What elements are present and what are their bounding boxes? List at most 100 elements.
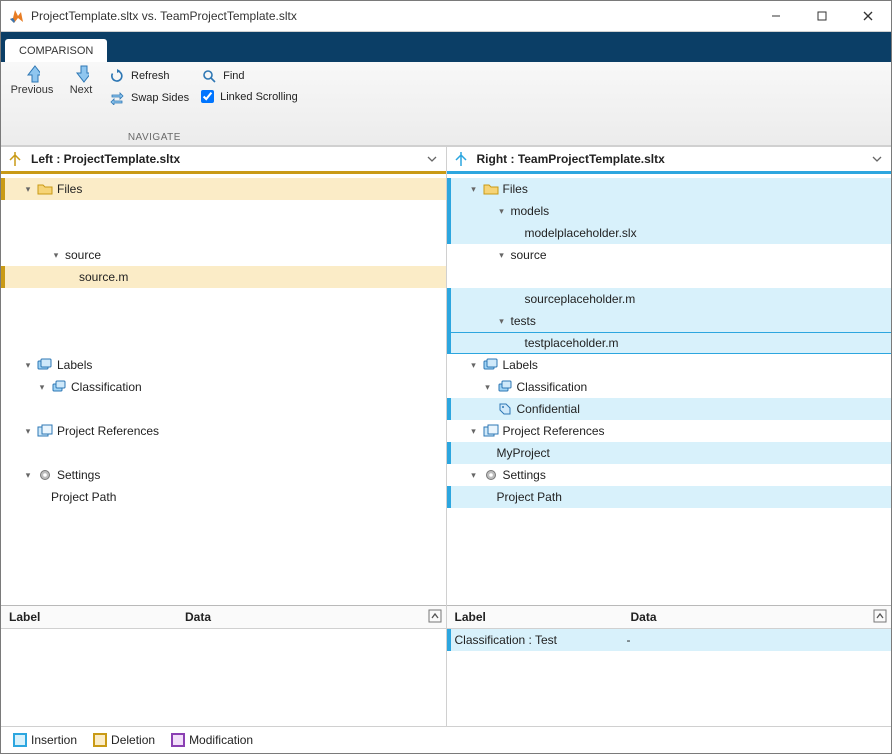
tree-row[interactable]: source.m (1, 266, 446, 288)
ribbon-bar: COMPARISON (1, 32, 891, 62)
compare-icon (453, 151, 469, 167)
chevron-down-icon[interactable] (469, 360, 479, 370)
chevron-down-icon[interactable] (469, 426, 479, 436)
chevron-down-icon[interactable] (497, 206, 507, 216)
linked-scrolling-toggle[interactable]: Linked Scrolling (197, 88, 302, 105)
titlebar: ProjectTemplate.sltx vs. TeamProjectTemp… (1, 1, 891, 32)
refresh-button[interactable]: Refresh (105, 66, 174, 86)
left-tree[interactable]: Files source source.m Labels Classification P… (1, 174, 446, 605)
labels-icon (497, 379, 513, 395)
minimize-button[interactable] (753, 1, 799, 31)
tree-row[interactable]: source (447, 244, 892, 266)
tree-row[interactable]: Confidential (447, 398, 892, 420)
col-label: Label (447, 610, 623, 624)
gear-icon (483, 467, 499, 483)
close-button[interactable] (845, 1, 891, 31)
folder-icon (483, 181, 499, 197)
next-button[interactable]: Next (61, 64, 101, 96)
chevron-down-icon[interactable] (469, 184, 479, 194)
tree-row[interactable] (1, 222, 446, 244)
tree-row-label: Settings (503, 468, 546, 482)
legend: Insertion Deletion Modification (1, 726, 891, 753)
tree-row[interactable]: Project Path (1, 486, 446, 508)
tree-row-label: tests (511, 314, 536, 328)
right-details-body: Classification : Test- (447, 629, 892, 726)
legend-deletion: Deletion (93, 733, 155, 748)
tag-icon (497, 401, 513, 417)
split-area: Left : ProjectTemplate.sltx Files source s… (1, 146, 891, 726)
swap-sides-button[interactable]: Swap Sides (105, 88, 193, 108)
chevron-down-icon[interactable] (51, 250, 61, 260)
chevron-down-icon[interactable] (469, 470, 479, 480)
tree-row-label: source.m (79, 270, 128, 284)
tree-row[interactable] (1, 442, 446, 464)
chevron-down-icon[interactable] (23, 426, 33, 436)
maximize-button[interactable] (799, 1, 845, 31)
toolstrip: Previous Next Refresh Swap Sides (1, 62, 891, 146)
chevron-down-icon[interactable] (869, 151, 885, 167)
tree-row[interactable] (1, 398, 446, 420)
tree-row[interactable]: Labels (447, 354, 892, 376)
chevron-down-icon[interactable] (497, 250, 507, 260)
tree-row[interactable]: Labels (1, 354, 446, 376)
left-pane-title: Left : ProjectTemplate.sltx (31, 152, 180, 166)
chevron-down-icon[interactable] (23, 360, 33, 370)
tree-row[interactable] (1, 310, 446, 332)
tab-comparison[interactable]: COMPARISON (5, 39, 107, 62)
col-data: Data (623, 610, 870, 624)
chevron-down-icon[interactable] (23, 470, 33, 480)
tree-row[interactable]: source (1, 244, 446, 266)
tree-row[interactable] (447, 266, 892, 288)
chevron-down-icon[interactable] (497, 316, 507, 326)
tree-row[interactable]: MyProject (447, 442, 892, 464)
tree-row-label: Project Path (497, 490, 562, 504)
refresh-icon (109, 68, 125, 84)
tree-row[interactable]: Project References (447, 420, 892, 442)
tree-row[interactable] (1, 200, 446, 222)
chevron-down-icon[interactable] (37, 382, 47, 392)
chevron-down-icon[interactable] (424, 151, 440, 167)
chevron-down-icon[interactable] (483, 382, 493, 392)
tree-row[interactable]: Project References (1, 420, 446, 442)
collapse-up-icon[interactable] (424, 609, 446, 626)
collapse-up-icon[interactable] (869, 609, 891, 626)
tree-row[interactable]: Classification (447, 376, 892, 398)
tree-row[interactable]: modelplaceholder.slx (447, 222, 892, 244)
right-pane: Right : TeamProjectTemplate.sltx Filesmo… (446, 146, 892, 726)
arrow-up-icon (24, 66, 40, 82)
chevron-down-icon[interactable] (23, 184, 33, 194)
tree-row-label: Files (503, 182, 528, 196)
tree-row[interactable]: Project Path (447, 486, 892, 508)
tree-row[interactable]: Classification (1, 376, 446, 398)
swatch-insertion (13, 733, 27, 747)
tree-row[interactable]: Settings (1, 464, 446, 486)
right-tree[interactable]: Files modelsmodelplaceholder.slx source sou… (447, 174, 892, 605)
details-row[interactable]: Classification : Test- (447, 629, 892, 651)
tree-row-label: Classification (71, 380, 142, 394)
linked-scrolling-checkbox[interactable] (201, 90, 214, 103)
find-button[interactable]: Find (197, 66, 248, 86)
right-details: Label Data Classification : Test- (447, 605, 892, 726)
tree-row-label: source (511, 248, 547, 262)
projref-icon (483, 423, 499, 439)
arrow-down-icon (73, 66, 89, 82)
previous-button[interactable]: Previous (7, 64, 57, 96)
tree-row-label: Project References (503, 424, 605, 438)
left-pane-header: Left : ProjectTemplate.sltx (1, 147, 446, 174)
swatch-deletion (93, 733, 107, 747)
tree-row[interactable]: models (447, 200, 892, 222)
tree-row[interactable] (1, 332, 446, 354)
tree-row-label: sourceplaceholder.m (525, 292, 636, 306)
legend-insertion: Insertion (13, 733, 77, 748)
details-data: - (619, 633, 892, 647)
tree-row[interactable]: sourceplaceholder.m (447, 288, 892, 310)
tree-row[interactable]: Settings (447, 464, 892, 486)
tree-row-label: Files (57, 182, 82, 196)
tree-row[interactable]: tests (447, 310, 892, 332)
tree-row[interactable]: testplaceholder.m (447, 332, 892, 354)
tree-row[interactable] (1, 288, 446, 310)
tree-row-label: Settings (57, 468, 100, 482)
tree-row[interactable]: Files (447, 178, 892, 200)
left-pane: Left : ProjectTemplate.sltx Files source s… (1, 146, 446, 726)
tree-row[interactable]: Files (1, 178, 446, 200)
